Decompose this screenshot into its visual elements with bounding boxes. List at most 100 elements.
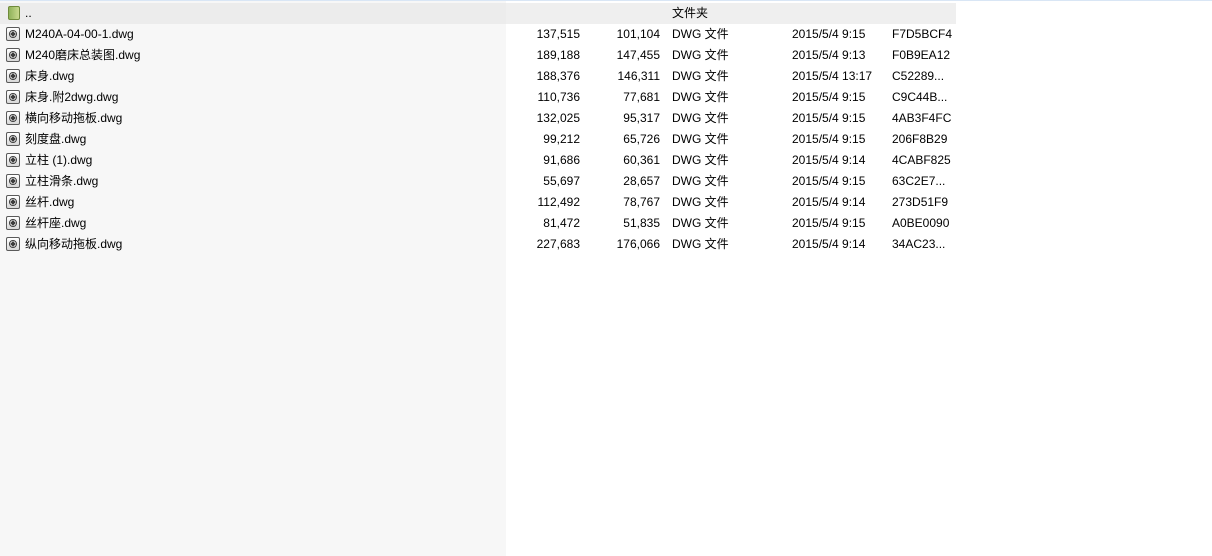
file-name: 刻度盘.dwg bbox=[25, 132, 87, 146]
file-icon-cell bbox=[6, 150, 24, 171]
file-icon-cell bbox=[6, 213, 24, 234]
file-packed-size: 146,311 bbox=[617, 69, 661, 83]
file-packed-size: 101,104 bbox=[616, 27, 660, 41]
top-divider bbox=[0, 0, 1212, 1]
dwg-file-icon bbox=[6, 237, 20, 251]
file-size: 110,736 bbox=[537, 90, 581, 104]
file-packed-size: 147,455 bbox=[616, 48, 660, 62]
file-icon-cell bbox=[6, 129, 24, 150]
file-size: 227,683 bbox=[536, 237, 580, 251]
file-row[interactable]: 丝杆座.dwg 81,472 51,835 DWG 文件 2015/5/4 9:15 A0… bbox=[0, 213, 956, 234]
file-name: 纵向移动拖板.dwg bbox=[25, 237, 123, 251]
dwg-file-icon bbox=[6, 195, 20, 209]
file-row[interactable]: M240A-04-00-1.dwg 137,515 101,104 DWG 文件 201… bbox=[0, 24, 956, 45]
file-crc: 206F8B29 bbox=[892, 132, 948, 146]
file-packed-size: 78,767 bbox=[623, 195, 660, 209]
file-type: DWG 文件 bbox=[672, 153, 729, 167]
dwg-file-icon bbox=[6, 69, 20, 83]
file-modified: 2015/5/4 9:15 bbox=[792, 216, 866, 230]
file-size: 132,025 bbox=[536, 111, 580, 125]
file-size: 99,212 bbox=[543, 132, 580, 146]
file-packed-size: 176,066 bbox=[616, 237, 660, 251]
file-size: 188,376 bbox=[536, 69, 580, 83]
file-crc: 4CABF825 bbox=[892, 153, 951, 167]
file-type: DWG 文件 bbox=[672, 174, 729, 188]
file-row[interactable]: 丝杆.dwg 112,492 78,767 DWG 文件 2015/5/4 9:14 27… bbox=[0, 192, 956, 213]
file-modified: 2015/5/4 9:14 bbox=[792, 195, 866, 209]
folder-up-icon-cell bbox=[6, 3, 24, 24]
file-packed-size: 77,681 bbox=[623, 90, 660, 104]
file-name: 丝杆.dwg bbox=[25, 195, 75, 209]
file-packed-size: 65,726 bbox=[623, 132, 660, 146]
file-modified: 2015/5/4 9:14 bbox=[792, 237, 866, 251]
dwg-file-icon bbox=[6, 216, 20, 230]
file-list: .. 文件夹 M240A-04-00-1.dwg 137,515 101,104 DW… bbox=[0, 3, 1212, 255]
file-packed-size: 51,835 bbox=[623, 216, 660, 230]
file-crc: 273D51F9 bbox=[892, 195, 949, 209]
file-row[interactable]: M240磨床总装图.dwg 189,188 147,455 DWG 文件 2015/5/… bbox=[0, 45, 956, 66]
file-name: M240磨床总装图.dwg bbox=[25, 48, 141, 62]
file-row[interactable]: 立柱滑条.dwg 55,697 28,657 DWG 文件 2015/5/4 9:15 6… bbox=[0, 171, 956, 192]
dwg-file-icon bbox=[6, 132, 20, 146]
dwg-file-icon bbox=[6, 48, 20, 62]
file-name: 立柱滑条.dwg bbox=[25, 174, 99, 188]
dwg-file-icon bbox=[6, 27, 20, 41]
file-name: 床身.附2dwg.dwg bbox=[25, 90, 119, 104]
file-type: DWG 文件 bbox=[672, 132, 729, 146]
file-size: 189,188 bbox=[536, 48, 580, 62]
file-size: 91,686 bbox=[543, 153, 580, 167]
file-packed-size: 28,657 bbox=[623, 174, 660, 188]
file-crc: 34AC23... bbox=[892, 237, 946, 251]
file-type: DWG 文件 bbox=[672, 195, 729, 209]
file-row[interactable]: 立柱 (1).dwg 91,686 60,361 DWG 文件 2015/5/4 9:1… bbox=[0, 150, 956, 171]
file-row[interactable]: 床身.附2dwg.dwg 110,736 77,681 DWG 文件 2015/5/4 … bbox=[0, 87, 956, 108]
file-size: 81,472 bbox=[543, 216, 580, 230]
file-modified: 2015/5/4 9:15 bbox=[792, 111, 866, 125]
file-row[interactable]: 横向移动拖板.dwg 132,025 95,317 DWG 文件 2015/5/4 9:… bbox=[0, 108, 956, 129]
file-modified: 2015/5/4 9:14 bbox=[792, 153, 866, 167]
file-type: DWG 文件 bbox=[672, 111, 729, 125]
dwg-file-icon bbox=[6, 153, 20, 167]
parent-folder-row[interactable]: .. 文件夹 bbox=[0, 3, 956, 24]
file-name: M240A-04-00-1.dwg bbox=[25, 27, 134, 41]
parent-folder-name: .. bbox=[25, 6, 32, 20]
file-crc: F0B9EA12 bbox=[892, 48, 951, 62]
file-size: 112,492 bbox=[537, 195, 581, 209]
file-type: DWG 文件 bbox=[672, 237, 729, 251]
file-packed-size: 60,361 bbox=[623, 153, 660, 167]
file-type: DWG 文件 bbox=[672, 216, 729, 230]
file-icon-cell bbox=[6, 171, 24, 192]
folder-up-icon bbox=[8, 6, 20, 20]
file-list-view[interactable]: .. 文件夹 M240A-04-00-1.dwg 137,515 101,104 DW… bbox=[0, 0, 1212, 556]
dwg-file-icon bbox=[6, 90, 20, 104]
file-row[interactable]: 刻度盘.dwg 99,212 65,726 DWG 文件 2015/5/4 9:15 20… bbox=[0, 129, 956, 150]
file-crc: A0BE0090 bbox=[892, 216, 950, 230]
file-type: DWG 文件 bbox=[672, 27, 729, 41]
file-modified: 2015/5/4 13:17 bbox=[792, 69, 873, 83]
file-crc: C9C44B... bbox=[892, 90, 948, 104]
file-type: DWG 文件 bbox=[672, 69, 729, 83]
file-crc: F7D5BCF4 bbox=[892, 27, 953, 41]
parent-folder-type: 文件夹 bbox=[672, 6, 709, 20]
file-row[interactable]: 床身.dwg 188,376 146,311 DWG 文件 2015/5/4 13:17… bbox=[0, 66, 956, 87]
file-modified: 2015/5/4 9:15 bbox=[792, 132, 866, 146]
file-crc: 63C2E7... bbox=[892, 174, 946, 188]
file-type: DWG 文件 bbox=[672, 90, 729, 104]
file-modified: 2015/5/4 9:15 bbox=[792, 90, 866, 104]
file-icon-cell bbox=[6, 45, 24, 66]
file-modified: 2015/5/4 9:13 bbox=[792, 48, 866, 62]
file-packed-size: 95,317 bbox=[623, 111, 660, 125]
file-icon-cell bbox=[6, 24, 24, 45]
dwg-file-icon bbox=[6, 111, 20, 125]
file-size: 55,697 bbox=[543, 174, 580, 188]
file-icon-cell bbox=[6, 234, 24, 255]
file-icon-cell bbox=[6, 66, 24, 87]
file-name: 丝杆座.dwg bbox=[25, 216, 87, 230]
file-icon-cell bbox=[6, 87, 24, 108]
file-size: 137,515 bbox=[536, 27, 580, 41]
file-modified: 2015/5/4 9:15 bbox=[792, 27, 866, 41]
dwg-file-icon bbox=[6, 174, 20, 188]
file-crc: 4AB3F4FC bbox=[892, 111, 952, 125]
file-modified: 2015/5/4 9:15 bbox=[792, 174, 866, 188]
file-row[interactable]: 纵向移动拖板.dwg 227,683 176,066 DWG 文件 2015/5/4 9… bbox=[0, 234, 956, 255]
